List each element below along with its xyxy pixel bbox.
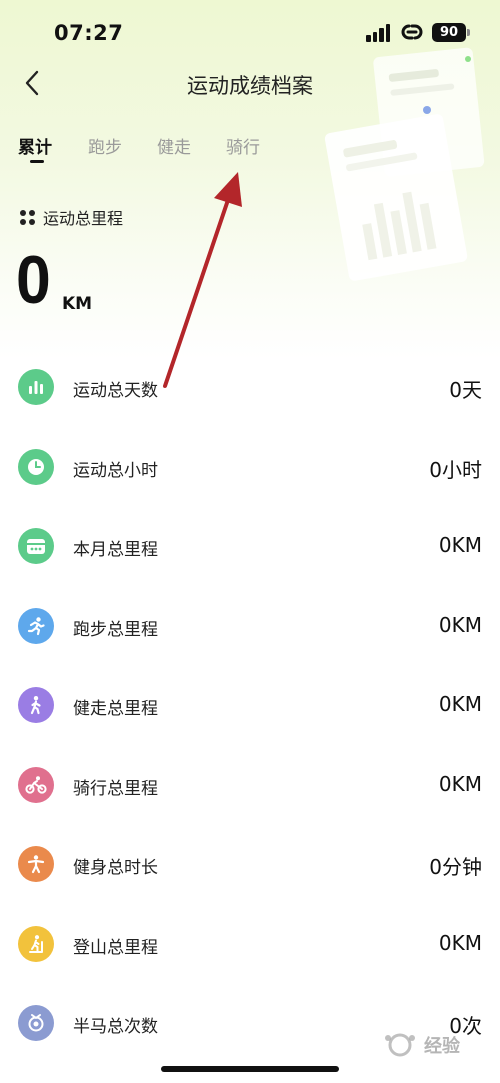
stat-value: 0分钟: [429, 855, 482, 879]
tab-cumulative[interactable]: 累计: [18, 133, 52, 158]
battery-cap: [467, 29, 470, 36]
status-bar: 07:27 90: [0, 0, 500, 64]
stat-row-walking-mileage: 健走总里程 0KM: [0, 667, 500, 745]
medal-icon: [18, 1005, 54, 1041]
stat-row-total-days: 运动总天数 0天: [0, 349, 500, 427]
clock-icon: [18, 449, 54, 485]
stat-value: 0KM: [438, 772, 482, 796]
stat-label: 运动总小时: [73, 461, 158, 481]
grid-dots-icon: [20, 209, 35, 225]
active-tab-indicator: [30, 160, 44, 163]
stat-row-hiking-mileage: 登山总里程 0KM: [0, 906, 500, 984]
hiking-icon: [18, 926, 54, 962]
stat-row-cycling-mileage: 骑行总里程 0KM: [0, 747, 500, 825]
stat-label: 跑步总里程: [73, 620, 158, 640]
stat-row-total-hours: 运动总小时 0小时: [0, 429, 500, 507]
stat-label: 健走总里程: [73, 699, 158, 719]
stat-label: 骑行总里程: [73, 779, 158, 799]
battery-icon: 90: [432, 23, 466, 42]
bar-chart-icon: [18, 369, 54, 405]
home-indicator[interactable]: [161, 1066, 339, 1072]
stat-value: 0小时: [429, 458, 482, 482]
running-icon: [18, 608, 54, 644]
stat-value: 0天: [449, 378, 482, 402]
personal-hotspot-icon: [401, 24, 423, 40]
tab-running[interactable]: 跑步: [88, 133, 122, 158]
stat-row-running-mileage: 跑步总里程 0KM: [0, 588, 500, 666]
stat-row-month-mileage: 本月总里程 0KM: [0, 508, 500, 586]
tab-walking[interactable]: 健走: [157, 133, 191, 158]
stat-value: 0KM: [438, 613, 482, 637]
cycling-icon: [18, 767, 54, 803]
stat-value: 0KM: [438, 931, 482, 955]
total-mileage-header: 运动总里程: [20, 205, 123, 229]
fitness-icon: [18, 846, 54, 882]
stat-value: 0KM: [438, 533, 482, 557]
stat-label: 健身总时长: [73, 858, 158, 878]
walking-icon: [18, 687, 54, 723]
stat-label: 登山总里程: [73, 938, 158, 958]
tab-cycling[interactable]: 骑行: [226, 133, 260, 158]
stat-label: 运动总天数: [73, 381, 158, 401]
stat-value: 0KM: [438, 692, 482, 716]
page-title: 运动成绩档案: [187, 74, 313, 98]
stat-label: 本月总里程: [73, 540, 158, 560]
total-mileage-value: 0: [16, 242, 51, 318]
stat-label: 半马总次数: [73, 1017, 158, 1037]
watermark-text: 经验: [424, 1036, 460, 1057]
cellular-signal-icon: [366, 24, 392, 42]
watermark-logo-icon: [385, 1033, 415, 1057]
status-time: 07:27: [54, 21, 124, 45]
watermark: 经验: [380, 1028, 488, 1062]
stat-row-fitness-duration: 健身总时长 0分钟: [0, 826, 500, 904]
total-mileage-label: 运动总里程: [43, 209, 124, 228]
total-mileage-unit: KM: [62, 294, 93, 314]
calendar-icon: [18, 528, 54, 564]
